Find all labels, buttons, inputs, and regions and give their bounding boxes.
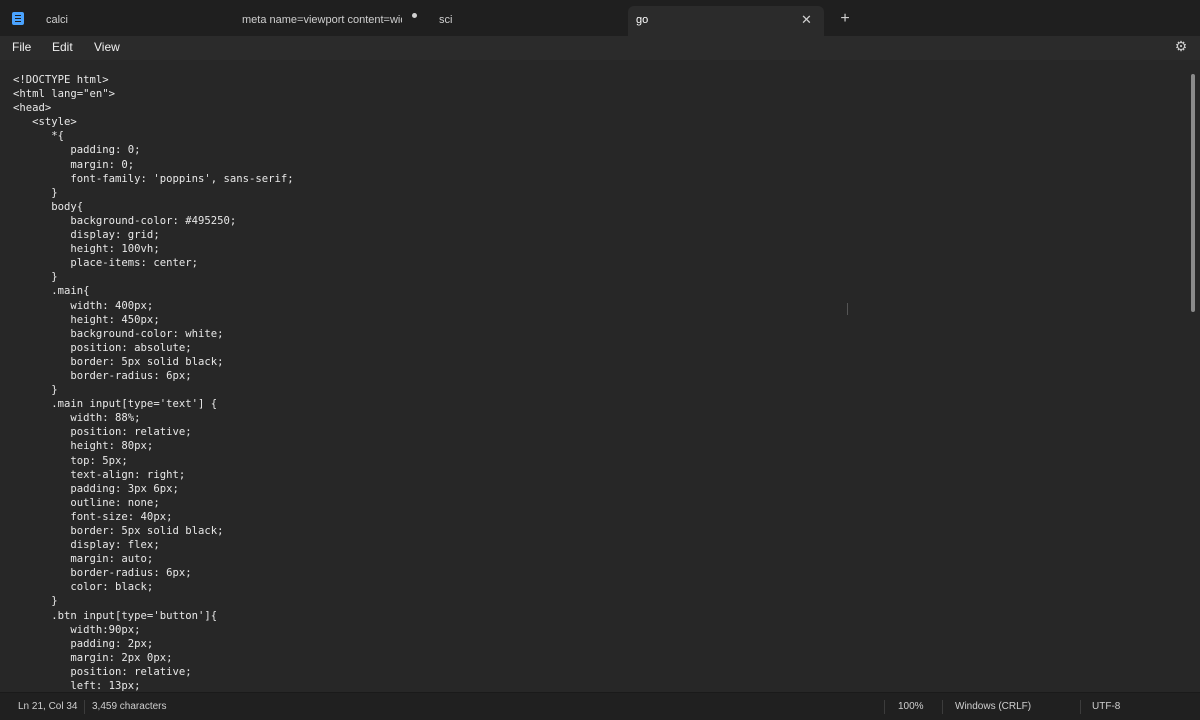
code-line[interactable]: .btn input[type='button']{ [13,609,294,623]
code-text[interactable]: <!DOCTYPE html> <html lang="en"> <head> <s… [13,73,294,692]
code-line[interactable]: background-color: white; [13,327,294,341]
code-line[interactable]: border: 5px solid black; [13,355,294,369]
text-cursor [847,303,848,315]
status-divider [942,700,943,714]
menu-view[interactable]: View [94,40,120,54]
code-line[interactable]: } [13,186,294,200]
text-editor[interactable]: <!DOCTYPE html> <html lang="en"> <head> <s… [0,60,1200,692]
code-line[interactable]: margin: 2px 0px; [13,651,294,665]
code-line[interactable]: padding: 0; [13,143,294,157]
code-line[interactable]: height: 80px; [13,439,294,453]
status-divider [1080,700,1081,714]
code-line[interactable]: background-color: #495250; [13,214,294,228]
menu-edit[interactable]: Edit [52,40,73,54]
code-line[interactable]: height: 450px; [13,313,294,327]
code-line[interactable]: } [13,594,294,608]
code-line[interactable]: .main input[type='text'] { [13,397,294,411]
character-count: 3,459 characters [92,701,167,712]
code-line[interactable]: .main{ [13,284,294,298]
code-line[interactable]: width: 400px; [13,299,294,313]
code-line[interactable]: border-radius: 6px; [13,369,294,383]
cursor-position: Ln 21, Col 34 [18,701,78,712]
tab-label: calci [46,14,69,26]
tab-sci[interactable]: sci [431,6,621,36]
code-line[interactable]: <!DOCTYPE html> [13,73,294,87]
unsaved-dot-icon [412,13,417,18]
code-line[interactable]: } [13,270,294,284]
code-line[interactable]: position: relative; [13,665,294,679]
code-line[interactable]: top: 5px; [13,454,294,468]
code-line[interactable]: padding: 2px; [13,637,294,651]
code-line[interactable]: display: grid; [13,228,294,242]
code-line[interactable]: left: 13px; [13,679,294,692]
tab-label: meta name=viewport content=widt [242,14,402,26]
tab-calci[interactable]: calci [38,6,228,36]
code-line[interactable]: width:90px; [13,623,294,637]
code-line[interactable]: <html lang="en"> [13,87,294,101]
code-line[interactable]: margin: auto; [13,552,294,566]
code-line[interactable]: color: black; [13,580,294,594]
code-line[interactable]: text-align: right; [13,468,294,482]
code-line[interactable]: display: flex; [13,538,294,552]
tab-meta-viewport[interactable]: meta name=viewport content=widt [234,6,424,36]
status-divider [84,700,85,714]
menu-file[interactable]: File [12,40,31,54]
zoom-level[interactable]: 100% [898,701,924,712]
code-line[interactable]: <style> [13,115,294,129]
code-line[interactable]: width: 88%; [13,411,294,425]
tab-go[interactable]: go ✕ [628,6,824,36]
new-tab-button[interactable]: + [837,8,853,30]
code-line[interactable]: border-radius: 6px; [13,566,294,580]
encoding[interactable]: UTF-8 [1092,701,1120,712]
code-line[interactable]: border: 5px solid black; [13,524,294,538]
close-icon[interactable]: ✕ [801,6,812,34]
code-line[interactable]: font-size: 40px; [13,510,294,524]
line-ending[interactable]: Windows (CRLF) [955,701,1031,712]
code-line[interactable]: height: 100vh; [13,242,294,256]
code-line[interactable]: <head> [13,101,294,115]
code-line[interactable]: font-family: 'poppins', sans-serif; [13,172,293,186]
gear-icon[interactable]: ⚙ [1173,38,1189,54]
status-bar: Ln 21, Col 34 3,459 characters 100% Wind… [0,692,1200,720]
status-divider [884,700,885,714]
tab-label: go [636,14,649,26]
code-line[interactable]: *{ [13,129,294,143]
code-line[interactable]: padding: 3px 6px; [13,482,294,496]
code-line[interactable]: body{ [13,200,294,214]
code-line[interactable]: position: absolute; [13,341,294,355]
title-bar: calci meta name=viewport content=widt sc… [0,0,1200,36]
code-line[interactable]: position: relative; [13,425,294,439]
code-line[interactable]: outline: none; [13,496,294,510]
menu-bar: File Edit View ⚙ [0,36,1200,60]
notepad-app-icon [12,12,24,25]
code-line[interactable]: margin: 0; [13,158,294,172]
scrollbar-thumb[interactable] [1191,74,1195,312]
tab-label: sci [439,14,453,26]
code-line[interactable]: place-items: center; [13,256,294,270]
code-line[interactable]: } [13,383,294,397]
